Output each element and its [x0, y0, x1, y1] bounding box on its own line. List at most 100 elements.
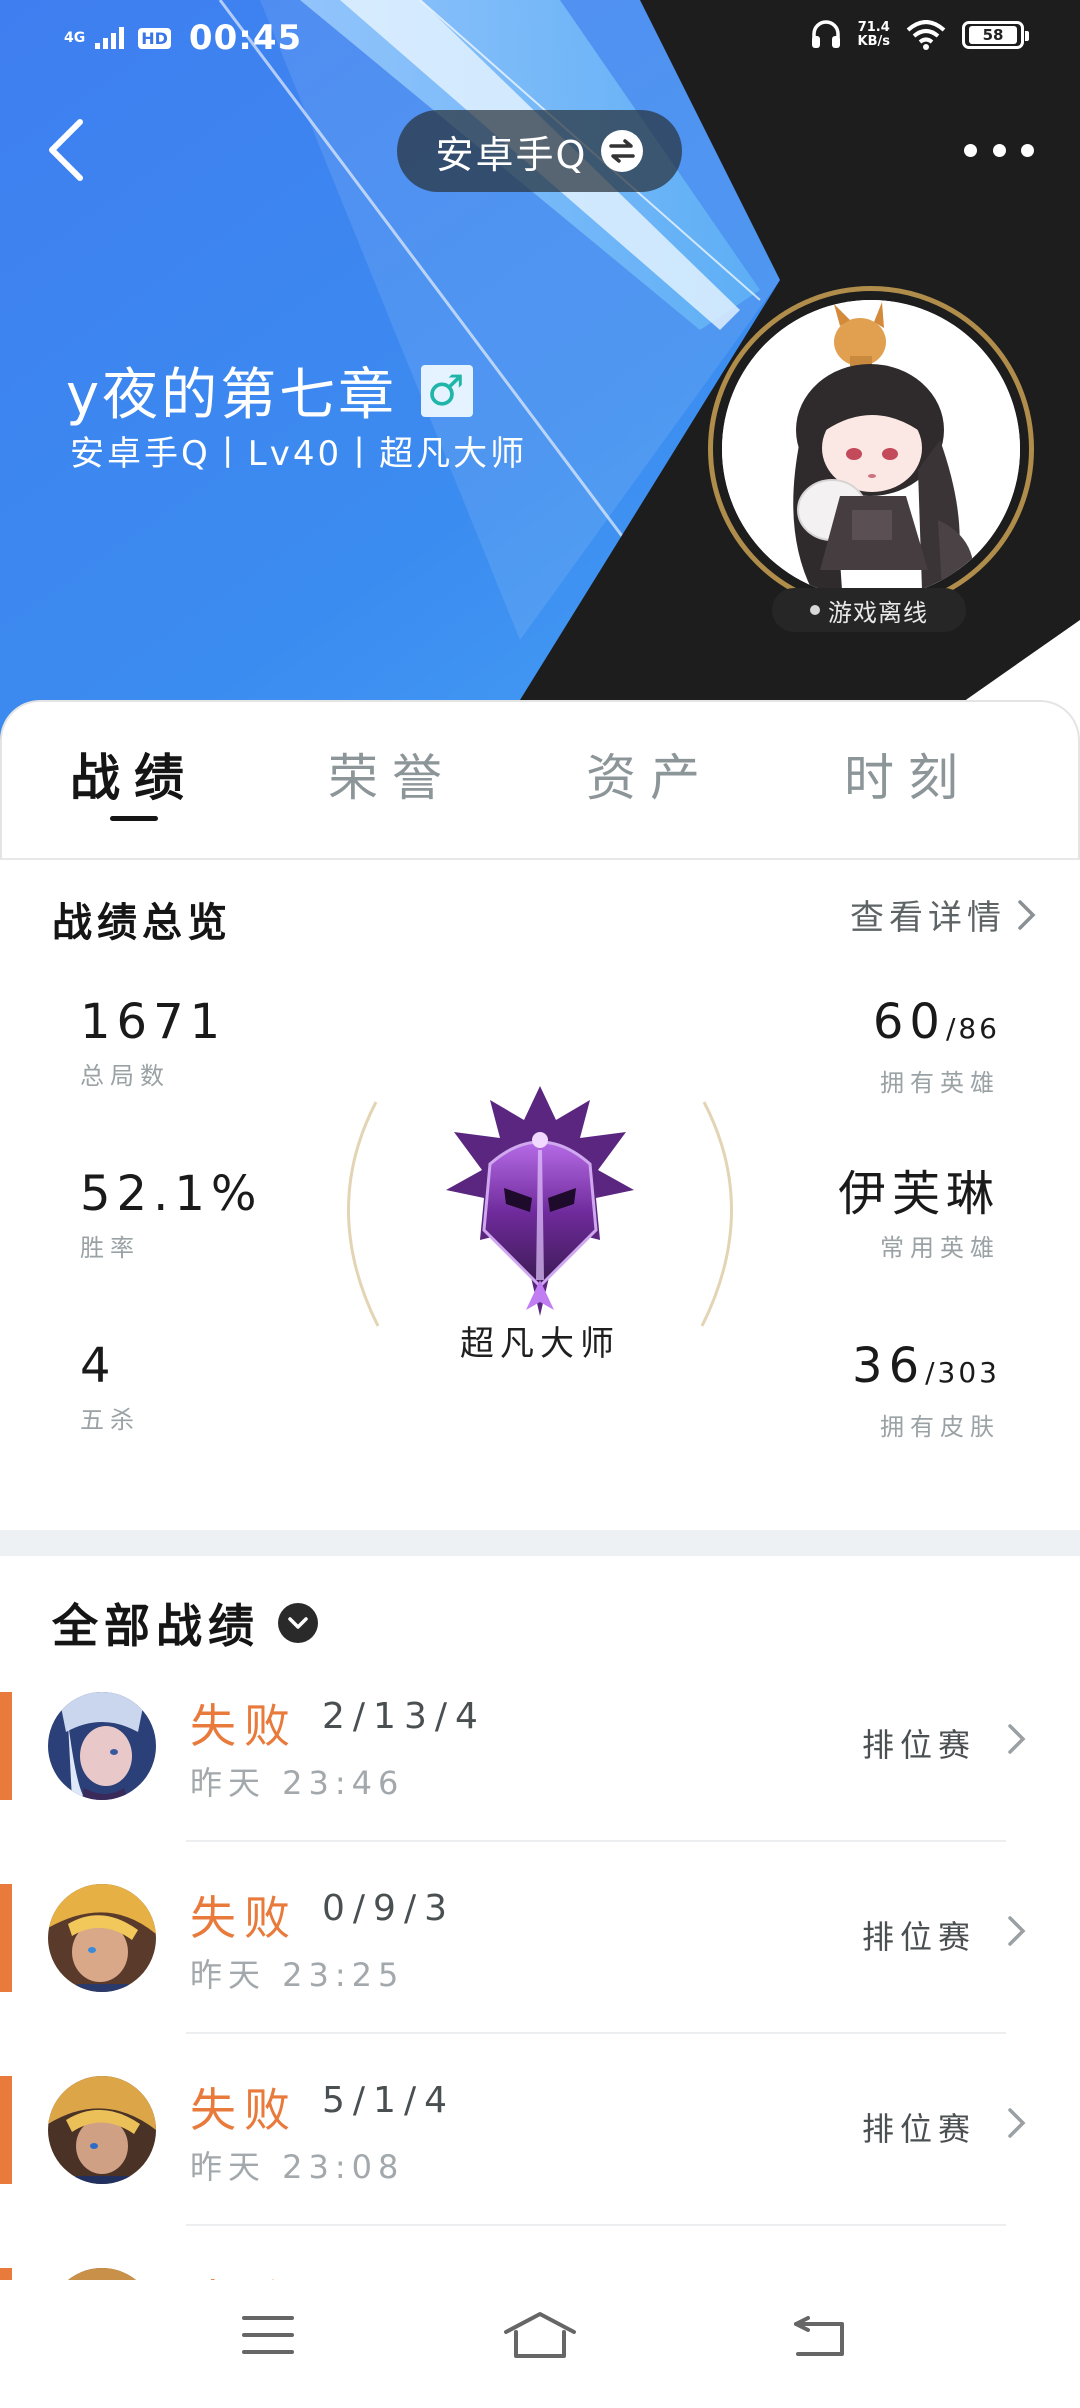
rank-name: 超凡大师	[460, 1324, 620, 1364]
tab-moments[interactable]: 时刻	[808, 738, 1008, 810]
stat-win-rate: 52.1% 胜率	[80, 1166, 262, 1263]
loss-indicator	[0, 2076, 12, 2184]
view-details-label: 查看详情	[850, 898, 1006, 938]
win-rate-label: 胜率	[80, 1234, 140, 1262]
more-button[interactable]	[964, 130, 1034, 170]
net-speed-unit: KB/s	[857, 34, 890, 49]
wifi-icon	[906, 20, 946, 50]
loss-indicator	[0, 2268, 12, 2280]
pentakills-label: 五杀	[80, 1406, 140, 1434]
pentakills-value: 4	[80, 1338, 117, 1394]
stat-total-games: 1671 总局数	[80, 994, 226, 1091]
match-kda: 0/9/3	[322, 1888, 455, 1929]
match-mode: 排位赛	[861, 1918, 976, 1956]
match-row[interactable]: 失败 2/13/4 昨天 23:46 排位赛	[0, 1680, 1080, 1872]
match-mode: 排位赛	[861, 1726, 976, 1764]
match-result: 失败	[190, 1891, 298, 1945]
battery-icon: 58	[962, 21, 1029, 49]
dropdown-icon	[278, 1603, 318, 1643]
owned-skins-total: /303	[925, 1356, 1000, 1389]
owned-heroes-label: 拥有英雄	[880, 1069, 1000, 1097]
online-status-badge: 游戏离线	[772, 588, 966, 632]
match-row[interactable]: 失败 0/9/3 昨天 23:25 排位赛	[0, 1872, 1080, 2064]
match-row[interactable]: 失败	[0, 2256, 1080, 2280]
home-button[interactable]	[502, 2310, 578, 2364]
back-arrow-icon	[49, 119, 83, 181]
match-time: 昨天 23:46	[190, 1764, 405, 1802]
tab-honor[interactable]: 荣誉	[292, 738, 492, 810]
total-games-label: 总局数	[80, 1062, 170, 1090]
section-divider	[0, 1530, 1080, 1556]
server-switch-button[interactable]: 安卓手Q	[397, 110, 682, 192]
status-time: 00:45	[188, 18, 303, 58]
chevron-right-icon	[1008, 2108, 1026, 2138]
player-subtitle: 安卓手Q丨Lv40丨超凡大师	[70, 434, 528, 474]
server-label: 安卓手Q	[435, 132, 588, 177]
owned-heroes-value: 60	[872, 994, 946, 1050]
avatar[interactable]	[708, 286, 1034, 612]
loss-indicator	[0, 1884, 12, 1992]
row-divider	[186, 2224, 1006, 2226]
headphones-icon	[811, 20, 840, 48]
player-name: y夜的第七章	[66, 363, 398, 428]
back-button[interactable]	[40, 110, 100, 190]
hero-avatar	[48, 1692, 156, 1800]
row-divider	[186, 1840, 1006, 1842]
tab-bar: 战绩 荣誉 资产 时刻	[0, 700, 1080, 860]
rank-emblem-icon	[446, 1086, 634, 1316]
owned-skins-label: 拥有皮肤	[880, 1413, 1000, 1441]
stat-owned-skins: 36/303 拥有皮肤	[852, 1338, 1000, 1442]
tab-assets[interactable]: 资产	[550, 738, 750, 810]
owned-heroes-total: /86	[945, 1012, 1000, 1045]
hd-badge: HD	[138, 27, 171, 49]
more-dot-icon	[964, 143, 977, 157]
more-dot-icon	[992, 143, 1006, 157]
match-time: 昨天 23:08	[190, 2148, 405, 2186]
menu-button[interactable]	[240, 2310, 296, 2364]
match-list: 失败 2/13/4 昨天 23:46 排位赛 失败 0/9/3 昨天 23:25…	[0, 1680, 1080, 2280]
hero-avatar	[48, 2268, 156, 2280]
total-games-value: 1671	[80, 994, 227, 1050]
active-tab-indicator	[110, 816, 158, 821]
net-speed: 71.4 KB/s	[858, 21, 890, 49]
view-details-link[interactable]: 查看详情	[850, 890, 1038, 939]
hero-avatar	[48, 1884, 156, 1992]
match-result: 失败	[190, 2083, 298, 2137]
common-hero-value: 伊芙琳	[837, 1166, 1000, 1222]
row-divider	[186, 2032, 1006, 2034]
avatar-image	[722, 300, 1020, 598]
chevron-right-icon	[1008, 1724, 1026, 1754]
chevron-right-icon	[1008, 1916, 1026, 1946]
stat-common-hero: 伊芙琳 常用英雄	[838, 1166, 1000, 1263]
match-kda: 5/1/4	[322, 2080, 455, 2121]
match-filter-dropdown[interactable]: 全部战绩	[52, 1590, 318, 1656]
hero-avatar	[48, 2076, 156, 2184]
match-row[interactable]: 失败 5/1/4 昨天 23:08 排位赛	[0, 2064, 1080, 2256]
chevron-right-icon	[1018, 899, 1036, 930]
male-icon: ♂	[421, 364, 474, 417]
system-nav-bar	[0, 2280, 1080, 2408]
swap-icon	[601, 130, 644, 172]
net-speed-value: 71.4	[857, 20, 890, 35]
match-time: 昨天 23:25	[190, 1956, 405, 1994]
match-result: 失败	[190, 1699, 298, 1753]
common-hero-label: 常用英雄	[880, 1234, 1000, 1262]
loss-indicator	[0, 1692, 12, 1800]
match-result: 失败	[190, 2266, 298, 2280]
network-label: 4G	[64, 30, 86, 46]
stat-pentakills: 4 五杀	[80, 1338, 140, 1435]
win-rate-value: 52.1%	[80, 1166, 263, 1222]
match-mode: 排位赛	[861, 2110, 976, 2148]
tab-record[interactable]: 战绩	[34, 738, 234, 810]
status-bar: 4G HD 00:45 71.4 KB/s 58	[0, 0, 1080, 80]
return-button[interactable]	[790, 2310, 850, 2364]
return-icon	[794, 2316, 844, 2356]
online-status-label: 游戏离线	[828, 598, 928, 627]
status-dot-icon	[810, 605, 820, 615]
menu-icon	[242, 2316, 294, 2354]
stat-owned-heroes: 60/86 拥有英雄	[873, 994, 1000, 1098]
player-name-row: y夜的第七章 ♂	[66, 350, 474, 431]
owned-skins-value: 36	[852, 1338, 926, 1394]
match-kda: 2/13/4	[322, 1696, 486, 1737]
home-icon	[504, 2312, 576, 2358]
